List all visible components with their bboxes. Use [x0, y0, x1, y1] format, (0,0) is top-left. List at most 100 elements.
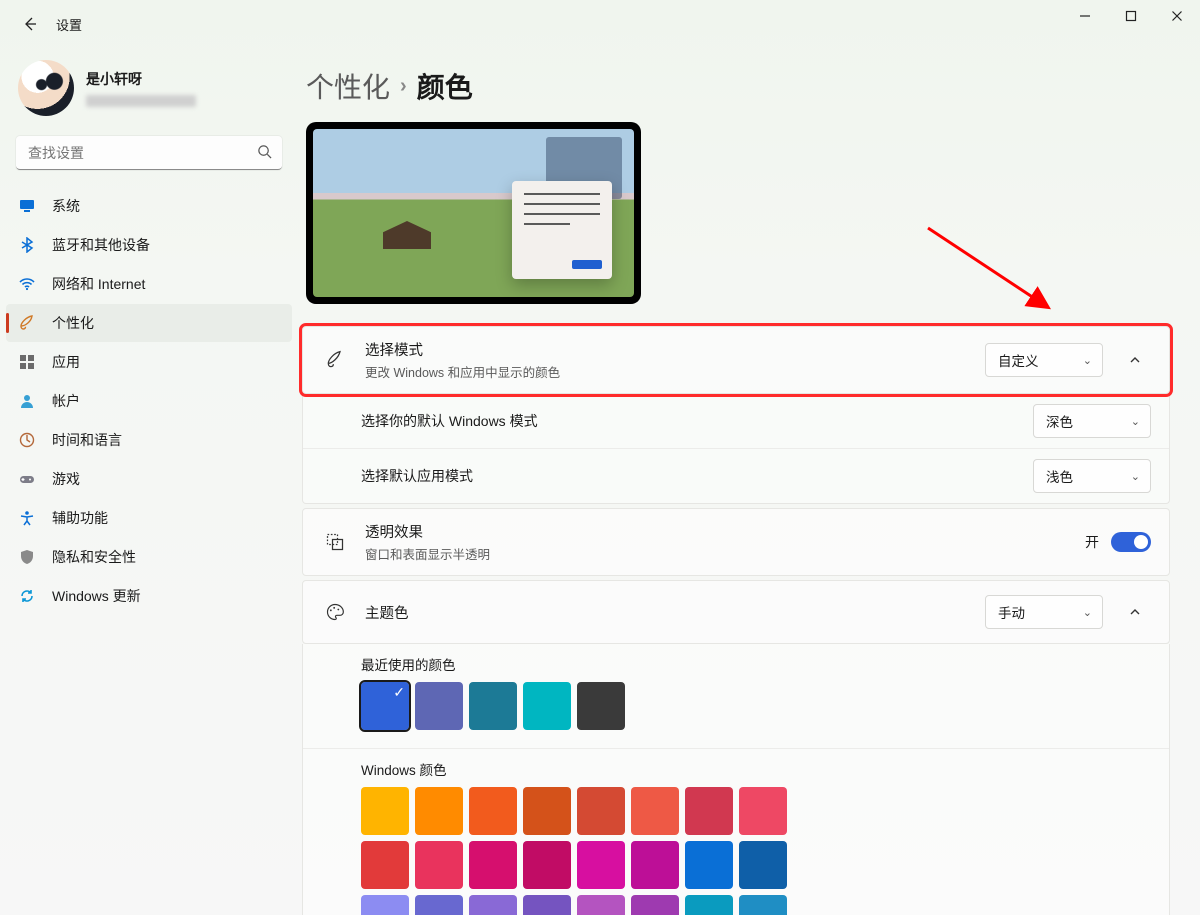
- app-mode-dropdown[interactable]: 浅色 ⌄: [1033, 459, 1151, 493]
- panel-choose-mode[interactable]: 选择模式 更改 Windows 和应用中显示的颜色 自定义 ⌄: [302, 326, 1170, 394]
- apps-icon: [18, 353, 36, 371]
- color-swatch[interactable]: [523, 682, 571, 730]
- accent-dropdown[interactable]: 手动 ⌄: [985, 595, 1103, 629]
- mode-dropdown[interactable]: 自定义 ⌄: [985, 343, 1103, 377]
- chevron-down-icon: ⌄: [1083, 354, 1092, 367]
- color-swatch[interactable]: [577, 787, 625, 835]
- app-title: 设置: [56, 15, 82, 34]
- clock-globe-icon: [18, 431, 36, 449]
- sidebar-item[interactable]: 帐户: [6, 382, 292, 420]
- panel-transparency[interactable]: 透明效果 窗口和表面显示半透明 开: [302, 508, 1170, 576]
- color-swatch[interactable]: [577, 682, 625, 730]
- color-swatch[interactable]: [631, 895, 679, 915]
- accent-subpanel: 最近使用的颜色 Windows 颜色: [302, 644, 1170, 915]
- search-icon: [257, 144, 272, 162]
- color-swatch[interactable]: [685, 895, 733, 915]
- sidebar-item[interactable]: 蓝牙和其他设备: [6, 226, 292, 264]
- person-icon: [18, 392, 36, 410]
- chevron-down-icon: ⌄: [1131, 470, 1140, 483]
- minimize-button[interactable]: [1062, 0, 1108, 32]
- sidebar-item[interactable]: Windows 更新: [6, 577, 292, 615]
- profile-name: 是小轩呀: [86, 69, 196, 89]
- color-swatch[interactable]: [469, 841, 517, 889]
- windows-mode-dropdown[interactable]: 深色 ⌄: [1033, 404, 1151, 438]
- transparency-icon: [321, 532, 349, 552]
- mode-title: 选择模式: [365, 339, 969, 360]
- sidebar-item-label: 时间和语言: [52, 430, 122, 450]
- sidebar-item[interactable]: 辅助功能: [6, 499, 292, 537]
- sidebar-item-label: 个性化: [52, 313, 94, 333]
- color-swatch[interactable]: [415, 787, 463, 835]
- color-swatch[interactable]: [577, 841, 625, 889]
- color-swatch[interactable]: [415, 682, 463, 730]
- recent-colors: [361, 682, 1151, 730]
- color-swatch[interactable]: [469, 895, 517, 915]
- color-swatch[interactable]: [415, 895, 463, 915]
- collapse-button[interactable]: [1119, 596, 1151, 628]
- display-icon: [18, 197, 36, 215]
- color-swatch[interactable]: [631, 787, 679, 835]
- color-swatch[interactable]: [523, 787, 571, 835]
- bluetooth-icon: [18, 236, 36, 254]
- row-app-mode: 选择默认应用模式 浅色 ⌄: [303, 448, 1169, 503]
- profile-block[interactable]: 是小轩呀: [0, 52, 298, 130]
- color-swatch[interactable]: [361, 682, 409, 730]
- chevron-down-icon: ⌄: [1131, 415, 1140, 428]
- color-swatch[interactable]: [361, 895, 409, 915]
- theme-preview: [306, 122, 641, 304]
- sidebar-item[interactable]: 系统: [6, 187, 292, 225]
- update-icon: [18, 587, 36, 605]
- color-swatch[interactable]: [739, 841, 787, 889]
- sidebar-item-label: 隐私和安全性: [52, 547, 136, 567]
- accessibility-icon: [18, 509, 36, 527]
- color-swatch[interactable]: [469, 682, 517, 730]
- recent-colors-label: 最近使用的颜色: [361, 654, 1151, 674]
- transparency-toggle[interactable]: [1111, 532, 1151, 552]
- windows-colors-grid: [361, 787, 1151, 915]
- sidebar-item[interactable]: 网络和 Internet: [6, 265, 292, 303]
- color-swatch[interactable]: [577, 895, 625, 915]
- sidebar-item-label: 帐户: [52, 391, 80, 411]
- color-swatch[interactable]: [469, 787, 517, 835]
- color-swatch[interactable]: [685, 841, 733, 889]
- titlebar: 设置: [0, 0, 1200, 48]
- panel-accent[interactable]: 主题色 手动 ⌄: [302, 580, 1170, 644]
- shield-icon: [18, 548, 36, 566]
- sidebar-item-label: Windows 更新: [52, 586, 141, 606]
- sidebar-item[interactable]: 游戏: [6, 460, 292, 498]
- sidebar-item-label: 蓝牙和其他设备: [52, 235, 150, 255]
- breadcrumb-root[interactable]: 个性化: [306, 66, 390, 106]
- avatar: [18, 60, 74, 116]
- color-swatch[interactable]: [415, 841, 463, 889]
- color-swatch[interactable]: [361, 841, 409, 889]
- sidebar-item[interactable]: 个性化: [6, 304, 292, 342]
- gamepad-icon: [18, 470, 36, 488]
- sidebar-item-label: 辅助功能: [52, 508, 108, 528]
- collapse-button[interactable]: [1119, 344, 1151, 376]
- color-swatch[interactable]: [739, 787, 787, 835]
- close-button[interactable]: [1154, 0, 1200, 32]
- chevron-right-icon: ›: [400, 75, 407, 98]
- color-swatch[interactable]: [523, 841, 571, 889]
- toggle-state-label: 开: [1085, 532, 1099, 552]
- windows-colors-label: Windows 颜色: [361, 759, 1151, 779]
- back-button[interactable]: [16, 10, 44, 38]
- color-swatch[interactable]: [631, 841, 679, 889]
- content: 个性化 › 颜色 选择模式 更改 Windows 和应用中: [298, 48, 1200, 915]
- search-box[interactable]: [16, 136, 282, 170]
- search-input[interactable]: [16, 136, 282, 170]
- breadcrumb: 个性化 › 颜色: [302, 66, 1170, 106]
- mode-desc: 更改 Windows 和应用中显示的颜色: [365, 362, 969, 381]
- color-swatch[interactable]: [685, 787, 733, 835]
- profile-email-redacted: [86, 95, 196, 107]
- maximize-button[interactable]: [1108, 0, 1154, 32]
- sidebar-item[interactable]: 时间和语言: [6, 421, 292, 459]
- color-swatch[interactable]: [523, 895, 571, 915]
- sidebar-item[interactable]: 应用: [6, 343, 292, 381]
- sidebar-item[interactable]: 隐私和安全性: [6, 538, 292, 576]
- color-swatch[interactable]: [739, 895, 787, 915]
- window-controls: [1062, 0, 1200, 32]
- paintbrush-icon: [321, 350, 349, 370]
- paintbrush-icon: [18, 314, 36, 332]
- color-swatch[interactable]: [361, 787, 409, 835]
